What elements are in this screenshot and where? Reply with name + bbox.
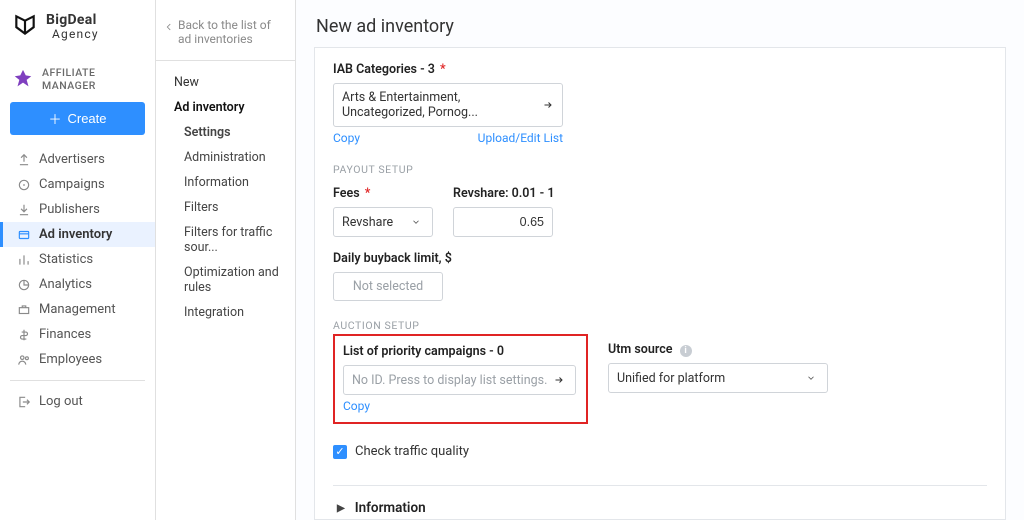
priority-copy-link[interactable]: Copy xyxy=(343,399,370,413)
divider xyxy=(10,380,145,381)
brand: BigDeal Agency xyxy=(0,0,155,60)
upload-edit-link[interactable]: Upload/Edit List xyxy=(478,131,563,145)
subnav-administration[interactable]: Administration xyxy=(180,146,295,169)
sidebar-sub: Back to the list of ad inventories New A… xyxy=(156,0,296,520)
sidebar-item-label: Campaigns xyxy=(39,177,105,192)
subnav-integration[interactable]: Integration xyxy=(180,301,295,324)
subnav-filters[interactable]: Filters xyxy=(180,196,295,219)
required-icon: * xyxy=(440,62,446,77)
sidebar-item-label: Management xyxy=(39,302,116,317)
iab-label-text: IAB Categories - 3 xyxy=(333,62,435,77)
sidebar-item-statistics[interactable]: Statistics xyxy=(0,247,155,272)
logout-label: Log out xyxy=(39,394,83,409)
triangle-right-icon: ▶ xyxy=(337,503,345,514)
subnav-settings[interactable]: Settings xyxy=(180,121,295,144)
back-text: Back to the list of ad inventories xyxy=(178,18,285,46)
sidebar-item-label: Finances xyxy=(39,327,91,342)
sidebar-item-ad-inventory[interactable]: Ad inventory xyxy=(0,222,155,247)
fees-label-text: Fees xyxy=(333,186,360,201)
sidebar-item-label: Publishers xyxy=(39,202,100,217)
briefcase-icon xyxy=(17,303,31,317)
priority-label: List of priority campaigns - 0 xyxy=(343,344,576,359)
settings-card: IAB Categories - 3 * Arts & Entertainmen… xyxy=(314,47,1006,520)
iab-value: Arts & Entertainment, Uncategorized, Por… xyxy=(342,90,542,120)
sidebar-item-label: Employees xyxy=(39,352,102,367)
upload-icon xyxy=(17,153,31,167)
subnav-ad-inventory[interactable]: Ad inventory xyxy=(170,96,295,119)
subnav: New Ad inventory Settings Administration… xyxy=(156,61,295,324)
back-link[interactable]: Back to the list of ad inventories xyxy=(156,0,295,61)
utm-label: Utm source i xyxy=(608,342,828,357)
sidebar-item-advertisers[interactable]: Advertisers xyxy=(0,147,155,172)
subnav-information[interactable]: Information xyxy=(180,171,295,194)
iab-categories-input[interactable]: Arts & Entertainment, Uncategorized, Por… xyxy=(333,83,563,127)
copy-link[interactable]: Copy xyxy=(333,131,360,145)
fees-value: Revshare xyxy=(342,215,393,230)
payout-setup-heading: PAYOUT SETUP xyxy=(333,163,987,176)
sidebar-item-label: Advertisers xyxy=(39,152,105,167)
create-button[interactable]: ＋ Create xyxy=(10,102,145,135)
pie-chart-icon xyxy=(17,278,31,292)
subnav-filters-traffic[interactable]: Filters for traffic sour... xyxy=(180,221,295,259)
sidebar-item-employees[interactable]: Employees xyxy=(0,347,155,372)
sidebar-item-label: Analytics xyxy=(39,277,92,292)
sidebar-item-label: Ad inventory xyxy=(39,227,112,242)
ad-icon xyxy=(17,228,31,242)
section-information-label: Information xyxy=(355,500,426,516)
logout-icon xyxy=(17,395,31,409)
utm-select[interactable]: Unified for platform xyxy=(608,363,828,393)
priority-campaigns-highlight: List of priority campaigns - 0 No ID. Pr… xyxy=(333,334,588,424)
sidebar-item-analytics[interactable]: Analytics xyxy=(0,272,155,297)
chevron-down-icon xyxy=(408,214,424,230)
subnav-optimization[interactable]: Optimization and rules xyxy=(180,261,295,299)
daily-buyback-label: Daily buyback limit, $ xyxy=(333,251,987,266)
role-icon xyxy=(12,67,34,91)
section-information[interactable]: ▶ Information xyxy=(333,485,987,520)
sidebar-main: BigDeal Agency AFFILIATE MANAGER ＋ Creat… xyxy=(0,0,156,520)
sidebar-item-label: Statistics xyxy=(39,252,93,267)
arrow-right-icon xyxy=(542,97,554,113)
priority-placeholder: No ID. Press to display list settings. xyxy=(352,373,547,388)
role-label: AFFILIATE MANAGER xyxy=(42,66,143,92)
download-icon xyxy=(17,203,31,217)
arrow-right-icon xyxy=(551,372,567,388)
sidebar-list: Advertisers Campaigns Publishers Ad inve… xyxy=(0,145,155,414)
chevron-left-icon xyxy=(164,18,174,36)
revshare-label: Revshare: 0.01 - 1 xyxy=(453,186,555,201)
info-icon: i xyxy=(680,345,692,357)
users-icon xyxy=(17,353,31,367)
required-icon: * xyxy=(365,186,371,201)
dollar-icon xyxy=(17,328,31,342)
check-traffic-row[interactable]: ✓ Check traffic quality xyxy=(333,444,987,459)
sidebar-item-management[interactable]: Management xyxy=(0,297,155,322)
auction-setup-heading: AUCTION SETUP xyxy=(333,319,987,332)
subnav-new[interactable]: New xyxy=(170,71,295,94)
revshare-input[interactable] xyxy=(453,207,553,237)
checkbox-checked-icon: ✓ xyxy=(333,445,347,459)
chevron-down-icon xyxy=(803,370,819,386)
bar-chart-icon xyxy=(17,253,31,267)
target-icon xyxy=(17,178,31,192)
brand-sub: Agency xyxy=(52,28,99,41)
sidebar-item-finances[interactable]: Finances xyxy=(0,322,155,347)
plus-icon: ＋ xyxy=(48,109,61,128)
utm-label-text: Utm source xyxy=(608,342,672,357)
check-traffic-label: Check traffic quality xyxy=(355,444,469,459)
sidebar-item-campaigns[interactable]: Campaigns xyxy=(0,172,155,197)
sidebar-item-publishers[interactable]: Publishers xyxy=(0,197,155,222)
create-label: Create xyxy=(67,111,106,126)
daily-buyback-placeholder: Not selected xyxy=(353,279,423,294)
brand-logo-icon xyxy=(12,12,38,42)
fees-select[interactable]: Revshare xyxy=(333,207,433,237)
iab-label: IAB Categories - 3 * xyxy=(333,62,987,77)
role-row: AFFILIATE MANAGER xyxy=(0,60,155,102)
brand-name: BigDeal xyxy=(46,13,99,28)
fees-label: Fees * xyxy=(333,186,433,201)
daily-buyback-input[interactable]: Not selected xyxy=(333,272,443,301)
priority-campaigns-input[interactable]: No ID. Press to display list settings. xyxy=(343,365,576,395)
page-title: New ad inventory xyxy=(296,0,1024,47)
utm-value: Unified for platform xyxy=(617,371,725,386)
main-area: New ad inventory IAB Categories - 3 * Ar… xyxy=(296,0,1024,520)
sidebar-item-logout[interactable]: Log out xyxy=(0,389,155,414)
